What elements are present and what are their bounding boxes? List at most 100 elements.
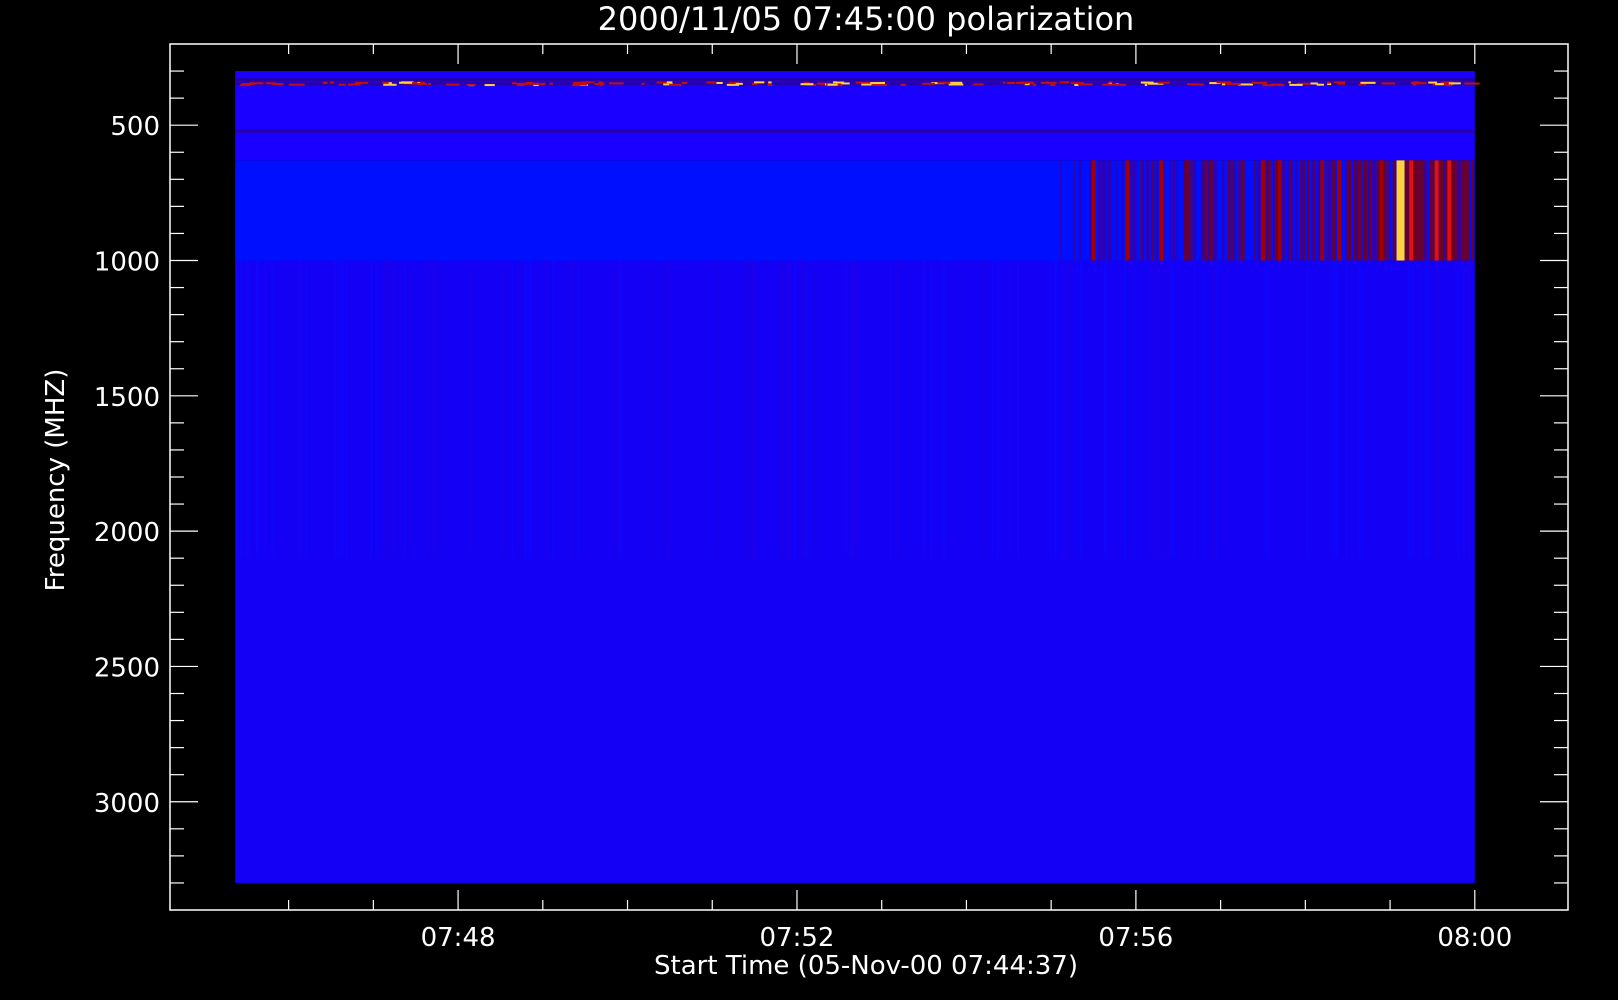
stripe — [1193, 260, 1196, 559]
burst-stripe — [1454, 160, 1458, 261]
burst-stripe — [1254, 160, 1257, 261]
burst-stripe — [1098, 160, 1100, 261]
burst-stripe — [1186, 160, 1190, 261]
stripe — [1156, 260, 1160, 559]
burst-stripe — [1115, 160, 1118, 261]
burst-stripe — [1265, 160, 1268, 261]
noise-speck — [900, 83, 907, 86]
stripe — [1211, 260, 1215, 559]
burst-stripe — [1424, 160, 1427, 261]
stripe — [1214, 260, 1218, 559]
burst-stripe — [1360, 160, 1363, 261]
burst-event-0 — [1091, 160, 1096, 261]
noise-speck — [1040, 81, 1057, 84]
noise-speck — [1288, 81, 1291, 84]
stripe — [665, 260, 670, 559]
burst-stripe — [1204, 160, 1207, 261]
noise-speck — [1451, 82, 1454, 85]
burst-stripe — [1222, 160, 1225, 261]
noise-speck — [348, 83, 361, 86]
burst-event-2 — [1159, 160, 1164, 261]
noise-speck — [835, 81, 845, 84]
noise-speck — [541, 83, 545, 86]
noise-speck — [1221, 83, 1226, 86]
burst-stripe — [1406, 160, 1410, 261]
noise-speck — [1140, 81, 1154, 84]
burst-stripe — [1233, 160, 1236, 261]
noise-speck — [706, 81, 716, 84]
noise-speck — [601, 81, 604, 84]
x-tick-label: 07:52 — [760, 923, 835, 953]
noise-speck — [669, 83, 682, 86]
stripe — [1435, 260, 1440, 559]
stripe — [346, 260, 349, 559]
stripe — [523, 260, 528, 559]
stripe — [1169, 260, 1174, 559]
burst-event-10 — [1434, 160, 1439, 261]
stripe — [469, 260, 472, 559]
burst-stripe — [1385, 160, 1387, 261]
noise-speck — [288, 83, 305, 86]
stripe — [1427, 260, 1431, 559]
burst-stripe — [1079, 160, 1082, 261]
burst-stripe — [1366, 160, 1368, 261]
noise-speck — [1316, 83, 1325, 86]
burst-event-9 — [1409, 160, 1414, 261]
stripe — [1264, 260, 1266, 559]
x-axis-label: Start Time (05-Nov-00 07:44:37) — [654, 951, 1078, 981]
noise-speck — [937, 81, 952, 84]
stripe — [413, 260, 415, 559]
stripe — [816, 260, 819, 559]
burst-stripe — [1362, 160, 1366, 261]
stripe — [388, 260, 391, 559]
burst-event-8 — [1396, 160, 1405, 261]
noise-speck — [1003, 81, 1006, 84]
stripe — [1407, 260, 1412, 559]
noise-speck — [427, 83, 432, 86]
noise-speck — [1144, 84, 1148, 87]
stripe — [426, 260, 430, 559]
stripe — [520, 260, 523, 559]
stripe — [340, 260, 343, 559]
burst-stripe — [1200, 160, 1203, 261]
stripe — [337, 260, 340, 559]
noise-speck — [1006, 82, 1015, 85]
noise-speck — [573, 83, 588, 86]
burst-stripe — [1458, 160, 1460, 261]
noise-speck — [1410, 82, 1423, 85]
noise-speck — [656, 81, 669, 84]
noise-speck — [1186, 83, 1196, 86]
noise-speck — [329, 81, 335, 84]
burst-stripe — [1463, 160, 1466, 261]
noise-speck — [1337, 82, 1346, 85]
stripe — [651, 260, 654, 559]
stripe — [1137, 260, 1140, 559]
noise-speck — [1358, 83, 1362, 86]
stripe — [680, 260, 682, 559]
x-tick-label: 08:00 — [1437, 923, 1512, 953]
noise-speck — [768, 81, 772, 84]
stripe — [805, 260, 810, 559]
burst-stripe — [1213, 160, 1216, 261]
stripe — [410, 260, 413, 559]
burst-stripe — [1193, 160, 1197, 261]
burst-stripe — [1157, 160, 1159, 261]
stripe — [341, 260, 344, 559]
y-tick-label: 3000 — [94, 789, 160, 819]
chart-title: 2000/11/05 07:45:00 polarization — [598, 0, 1135, 38]
stripe — [1149, 260, 1151, 559]
y-tick-label: 500 — [110, 112, 160, 142]
burst-stripe — [1121, 160, 1124, 261]
noise-speck — [1077, 83, 1093, 86]
stripe — [432, 260, 437, 559]
stripe — [1306, 260, 1309, 559]
stripe — [271, 260, 274, 559]
stripe — [840, 260, 842, 559]
y-tick-label: 1500 — [94, 383, 160, 413]
burst-stripe — [1432, 160, 1434, 261]
stripe — [370, 260, 373, 559]
burst-stripe — [1333, 160, 1336, 261]
burst-event-1 — [1125, 160, 1130, 261]
noise-speck — [1360, 81, 1376, 84]
burst-stripe — [1304, 160, 1306, 261]
